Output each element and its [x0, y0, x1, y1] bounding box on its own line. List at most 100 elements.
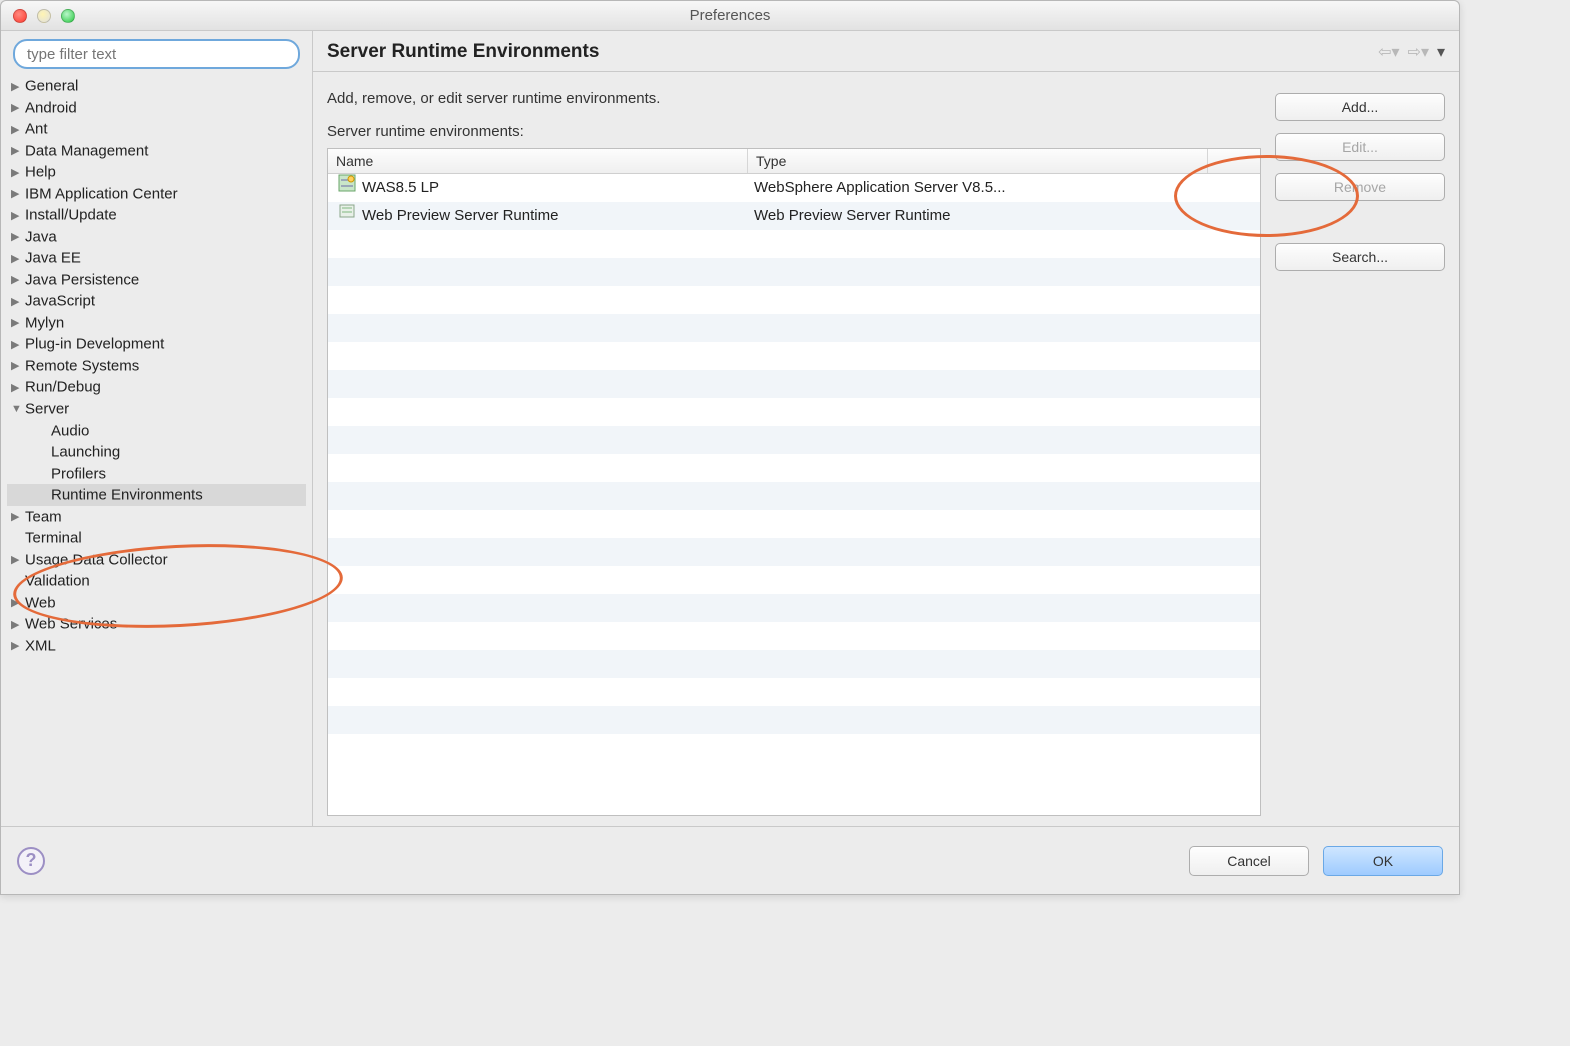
table-row-empty — [328, 482, 1260, 510]
chevron-right-icon: ▶ — [11, 338, 21, 351]
add-button[interactable]: Add... — [1275, 93, 1445, 121]
cell-name: Web Preview Server Runtime — [328, 202, 748, 230]
tree-item[interactable]: ▶Java Persistence — [7, 269, 306, 291]
chevron-right-icon: ▶ — [11, 596, 21, 609]
tree-item-label: Server — [25, 401, 69, 418]
tree-item[interactable]: ▶Java — [7, 226, 306, 248]
chevron-right-icon: ▶ — [11, 166, 21, 179]
column-header-name[interactable]: Name — [328, 149, 748, 173]
tree-item-label: Java EE — [25, 250, 81, 267]
chevron-right-icon: ▶ — [11, 273, 21, 286]
chevron-right-icon: ▶ — [11, 101, 21, 114]
table-row-empty — [328, 314, 1260, 342]
table-row-empty — [328, 230, 1260, 258]
page-description: Add, remove, or edit server runtime envi… — [327, 90, 1261, 107]
chevron-right-icon: ▶ — [11, 295, 21, 308]
table-row-empty — [328, 566, 1260, 594]
tree-item[interactable]: ▶ Help — [7, 161, 306, 183]
ok-button[interactable]: OK — [1323, 846, 1443, 876]
view-menu-icon[interactable]: ▾ — [1437, 42, 1445, 62]
preferences-tree-sidebar: ▶ General ▶ Android ▶ Ant ▶ Data Management ▶ Hel… — [1, 31, 313, 826]
tree-item[interactable]: ▶ Android — [7, 97, 306, 119]
tree-item-label: Usage Data Collector — [25, 551, 168, 568]
table-row-empty — [328, 426, 1260, 454]
titlebar: Preferences — [1, 1, 1459, 31]
chevron-right-icon: ▶ — [11, 553, 21, 566]
window-title: Preferences — [1, 7, 1459, 24]
tree-item[interactable]: ▶ Usage Data Collector — [7, 549, 306, 571]
remove-button[interactable]: Remove — [1275, 173, 1445, 201]
tree-item[interactable]: ▶Run/Debug — [7, 376, 306, 398]
tree-item-label: Data Management — [25, 142, 148, 159]
server-icon — [338, 174, 356, 202]
back-icon[interactable]: ⇦▾ — [1378, 42, 1399, 62]
tree-item[interactable]: Profilers — [7, 463, 306, 485]
tree-item-label: Launching — [51, 444, 120, 461]
chevron-right-icon: ▶ — [11, 618, 21, 631]
chevron-right-icon: ▶ — [11, 639, 21, 652]
chevron-right-icon: ▶ — [11, 187, 21, 200]
tree-item-label: Install/Update — [25, 207, 117, 224]
help-icon[interactable]: ? — [17, 847, 45, 875]
search-button[interactable]: Search... — [1275, 243, 1445, 271]
tree-item[interactable]: Launching — [7, 441, 306, 463]
tree-item-label: Android — [25, 99, 77, 116]
filter-input[interactable] — [13, 39, 300, 69]
forward-icon[interactable]: ⇨▾ — [1408, 42, 1429, 62]
tree-item[interactable]: ▶ XML — [7, 635, 306, 657]
tree-item[interactable]: ▶ Ant — [7, 118, 306, 140]
column-header-type[interactable]: Type — [748, 149, 1208, 173]
tree-item[interactable]: ▶Remote Systems — [7, 355, 306, 377]
tree-item[interactable]: ▶ Web — [7, 592, 306, 614]
chevron-right-icon: ▶ — [11, 209, 21, 222]
tree-item[interactable]: ▶Web Services — [7, 613, 306, 635]
tree-item[interactable]: ▶JavaScript — [7, 290, 306, 312]
chevron-right-icon: ▶ — [11, 80, 21, 93]
chevron-right-icon: ▶ — [11, 252, 21, 265]
tree-item[interactable]: Terminal — [7, 527, 306, 549]
tree-item[interactable]: ▶Plug-in Development — [7, 333, 306, 355]
tree-item[interactable]: Validation — [7, 570, 306, 592]
tree-item[interactable]: ▼Server — [7, 398, 306, 420]
chevron-right-icon: ▶ — [11, 144, 21, 157]
table-row-empty — [328, 342, 1260, 370]
chevron-right-icon: ▶ — [11, 316, 21, 329]
server-icon — [338, 202, 356, 230]
tree-item-label: Web — [25, 594, 56, 611]
tree-item[interactable]: ▶ Java EE — [7, 247, 306, 269]
chevron-right-icon: ▶ — [11, 510, 21, 523]
tree-item-label: Team — [25, 508, 62, 525]
tree-item[interactable]: ▶ General — [7, 75, 306, 97]
table-row-empty — [328, 706, 1260, 734]
tree-item[interactable]: ▶ Install/Update — [7, 204, 306, 226]
tree-item-label: Help — [25, 164, 56, 181]
table-row[interactable]: Web Preview Server RuntimeWeb Preview Se… — [328, 202, 1260, 230]
table-row-empty — [328, 370, 1260, 398]
table-row-empty — [328, 398, 1260, 426]
tree-item-label: IBM Application Center — [25, 185, 178, 202]
tree-item[interactable]: ▶ IBM Application Center — [7, 183, 306, 205]
cell-spare — [1208, 202, 1260, 230]
tree-item-label: Ant — [25, 121, 48, 138]
tree-item-label: Audio — [51, 422, 89, 439]
tree-item-label: General — [25, 78, 78, 95]
table-row-empty — [328, 286, 1260, 314]
cell-name: WAS8.5 LP — [328, 174, 748, 202]
tree-item[interactable]: ▶ Team — [7, 506, 306, 528]
tree-item-label: Java — [25, 228, 57, 245]
tree-item[interactable]: ▶ Data Management — [7, 140, 306, 162]
cell-type: Web Preview Server Runtime — [748, 202, 1208, 230]
edit-button[interactable]: Edit... — [1275, 133, 1445, 161]
tree-item-label: XML — [25, 637, 56, 654]
chevron-right-icon: ▶ — [11, 381, 21, 394]
chevron-right-icon: ▶ — [11, 123, 21, 136]
cancel-button[interactable]: Cancel — [1189, 846, 1309, 876]
tree-item[interactable]: Audio — [7, 420, 306, 442]
runtime-table[interactable]: Name Type WAS8.5 LPWebSphere Application… — [327, 148, 1261, 816]
tree-item[interactable]: ▶Mylyn — [7, 312, 306, 334]
table-row-empty — [328, 258, 1260, 286]
tree-item[interactable]: Runtime Environments — [7, 484, 306, 506]
row-name-label: WAS8.5 LP — [362, 174, 439, 202]
table-row-empty — [328, 538, 1260, 566]
table-row[interactable]: WAS8.5 LPWebSphere Application Server V8… — [328, 174, 1260, 202]
